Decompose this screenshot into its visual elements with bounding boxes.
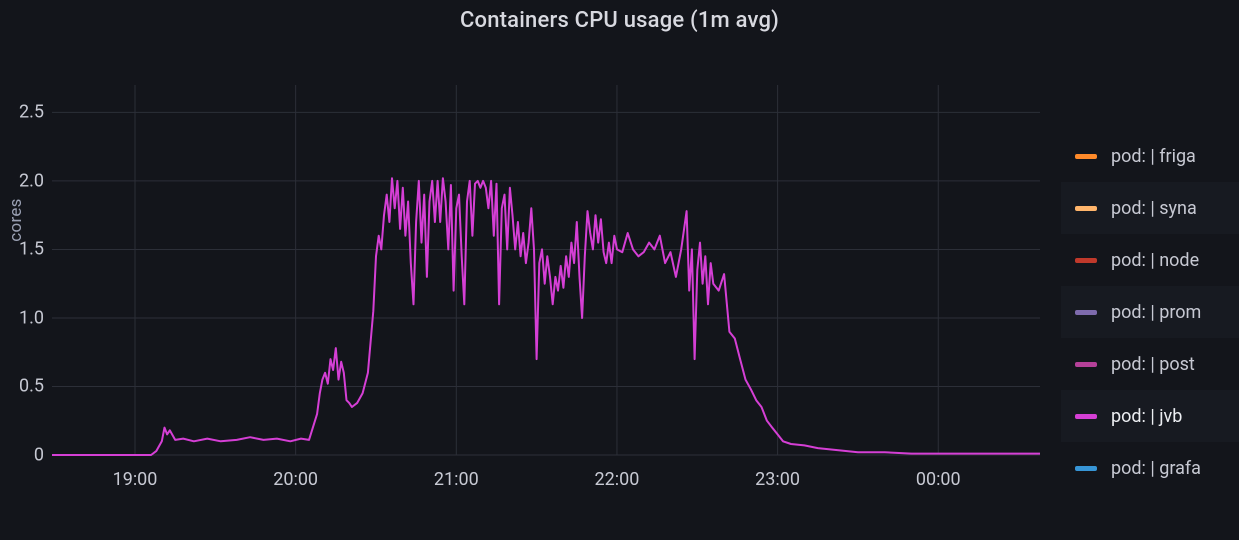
x-tick-label: 20:00 bbox=[273, 469, 318, 490]
y-tick-label: 2.5 bbox=[0, 102, 44, 123]
legend-item[interactable]: pod: | syna bbox=[1061, 182, 1239, 234]
cpu-chart-panel: Containers CPU usage (1m avg) cores 00.5… bbox=[0, 0, 1239, 540]
legend-swatch bbox=[1075, 414, 1097, 419]
legend-label: pod: | friga bbox=[1111, 146, 1196, 167]
legend-item[interactable]: pod: | node bbox=[1061, 234, 1239, 286]
y-tick-label: 0.5 bbox=[0, 376, 44, 397]
panel-title: Containers CPU usage (1m avg) bbox=[0, 8, 1239, 33]
legend-swatch bbox=[1075, 310, 1097, 315]
y-tick-label: 2.0 bbox=[0, 170, 44, 191]
x-tick-label: 19:00 bbox=[113, 469, 158, 490]
legend-label: pod: | grafa bbox=[1111, 458, 1201, 479]
legend-swatch bbox=[1075, 206, 1097, 211]
y-tick-label: 1.5 bbox=[0, 239, 44, 260]
legend-swatch bbox=[1075, 362, 1097, 367]
legend-item[interactable]: pod: | friga bbox=[1061, 130, 1239, 182]
x-tick-label: 23:00 bbox=[755, 469, 800, 490]
legend-label: pod: | jvb bbox=[1111, 406, 1182, 427]
legend-item[interactable]: pod: | prom bbox=[1061, 286, 1239, 338]
x-tick-label: 21:00 bbox=[434, 469, 479, 490]
legend: pod: | friga pod: | syna pod: | node pod: |… bbox=[1061, 130, 1239, 494]
x-tick-label: 22:00 bbox=[595, 469, 640, 490]
legend-swatch bbox=[1075, 258, 1097, 263]
legend-label: pod: | prom bbox=[1111, 302, 1201, 323]
legend-item[interactable]: pod: | post bbox=[1061, 338, 1239, 390]
legend-item[interactable]: pod: | jvb bbox=[1061, 390, 1239, 442]
y-tick-label: 1.0 bbox=[0, 307, 44, 328]
legend-swatch bbox=[1075, 154, 1097, 159]
y-tick-label: 0 bbox=[0, 445, 44, 466]
legend-item[interactable]: pod: | grafa bbox=[1061, 442, 1239, 494]
legend-label: pod: | syna bbox=[1111, 198, 1197, 219]
x-tick-label: 00:00 bbox=[916, 469, 961, 490]
legend-swatch bbox=[1075, 466, 1097, 471]
legend-label: pod: | node bbox=[1111, 250, 1199, 271]
plot-area[interactable] bbox=[52, 55, 1040, 521]
legend-label: pod: | post bbox=[1111, 354, 1195, 375]
chart-svg bbox=[52, 55, 1040, 521]
